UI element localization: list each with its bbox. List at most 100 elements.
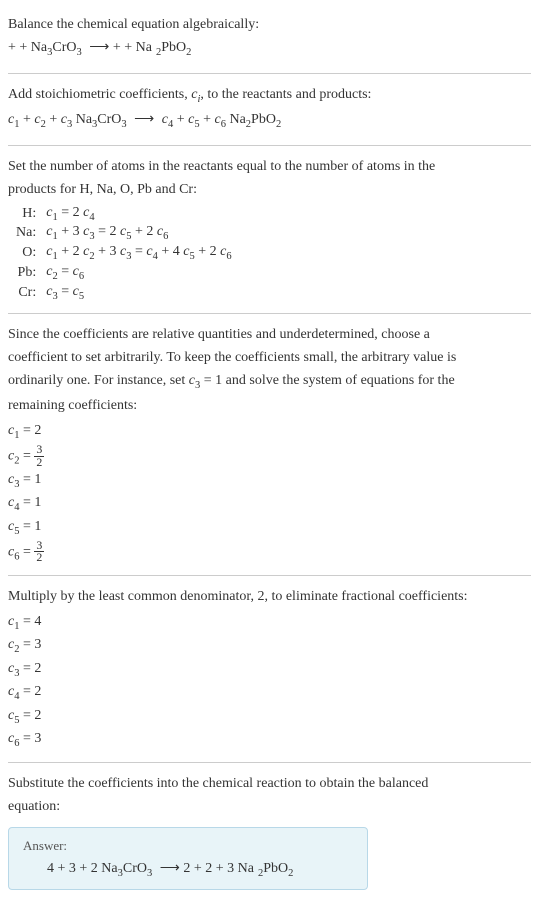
section-atom-balance: Set the number of atoms in the reactants… (8, 150, 531, 309)
text: Add stoichiometric coefficients, (8, 87, 191, 102)
balance-instruction-1: Set the number of atoms in the reactants… (8, 156, 531, 177)
val: = 3 (19, 637, 41, 652)
balance-equations-table: H: c1 = 2 c4 Na: c1 + 3 c3 = 2 c5 + 2 c6… (12, 204, 236, 303)
integer-coefficients: c1 = 4 c2 = 3 c3 = 2 c4 = 2 c5 = 2 c6 = … (8, 611, 531, 752)
solve-text-1: Since the coefficients are relative quan… (8, 324, 531, 345)
sub: 6 (79, 271, 84, 282)
text: PbO (251, 112, 276, 127)
text: = (131, 244, 146, 259)
val: = 1 (19, 495, 41, 510)
table-row: Cr: c3 = c5 (12, 283, 236, 303)
val: = 2 (19, 708, 41, 723)
val: = 1 (19, 519, 41, 534)
arrow: ⟶ (127, 112, 162, 127)
text: CrO (123, 861, 147, 876)
coeff-row: c6 = 32 (8, 540, 531, 565)
val: = 2 (19, 423, 41, 438)
coeff-row: c3 = 1 (8, 469, 531, 493)
text: + 4 (158, 244, 183, 259)
divider (8, 575, 531, 576)
text: = 2 (58, 205, 83, 220)
answer-equation: 4 + 3 + 2 Na3CrO3 ⟶ 2 + 2 + 3 Na2PbO2 (23, 860, 353, 879)
text: PbO (263, 861, 288, 876)
table-row: Na: c1 + 3 c3 = 2 c5 + 2 c6 (12, 223, 236, 243)
element-equation: c1 + 2 c2 + 3 c3 = c4 + 4 c5 + 2 c6 (42, 243, 235, 263)
problem-equation: + + Na3CrO3 ⟶ + + Na2PbO2 (8, 37, 531, 61)
answer-text-1: Substitute the coefficients into the che… (8, 773, 531, 794)
fraction: 32 (34, 444, 44, 469)
divider (8, 313, 531, 314)
text: + 2 (131, 224, 156, 239)
multiply-text: Multiply by the least common denominator… (8, 586, 531, 607)
divider (8, 145, 531, 146)
denominator: 2 (34, 457, 44, 469)
problem-title: Balance the chemical equation algebraica… (8, 14, 531, 35)
section-problem: Balance the chemical equation algebraica… (8, 8, 531, 69)
coeff-row: c5 = 2 (8, 705, 531, 729)
sub-2: 2 (186, 47, 191, 58)
text: + 3 (95, 244, 120, 259)
section-stoichiometric: Add stoichiometric coefficients, ci, to … (8, 78, 531, 141)
text: = (58, 264, 73, 279)
section-solve: Since the coefficients are relative quan… (8, 318, 531, 571)
table-row: Pb: c2 = c6 (12, 263, 236, 283)
text: 4 + 3 + 2 Na (47, 861, 118, 876)
element-equation: c3 = c5 (42, 283, 235, 303)
solve-text-2: coefficient to set arbitrarily. To keep … (8, 347, 531, 368)
sub-3: 3 (121, 119, 126, 130)
text: + (173, 112, 188, 127)
coeff-row: c1 = 2 (8, 420, 531, 444)
answer-text-2: equation: (8, 796, 531, 817)
text: ⟶ 2 + 2 + 3 Na (152, 861, 258, 876)
val: = 2 (19, 661, 41, 676)
coeff-row: c2 = 32 (8, 444, 531, 469)
denominator: 2 (34, 552, 44, 564)
text: , to the reactants and products: (200, 87, 371, 102)
element-label: Pb: (12, 263, 42, 283)
coeff-row: c3 = 2 (8, 658, 531, 682)
element-label: Na: (12, 223, 42, 243)
sub-3: 3 (77, 47, 82, 58)
sub-2: 2 (276, 119, 281, 130)
coeff-row: c6 = 3 (8, 728, 531, 752)
stoich-equation: c1 + c2 + c3 Na3CrO3 ⟶ c4 + c5 + c6 Na2P… (8, 109, 531, 133)
coeff-row: c4 = 2 (8, 681, 531, 705)
text: CrO (97, 112, 121, 127)
fractional-coefficients: c1 = 2 c2 = 32 c3 = 1 c4 = 1 c5 = 1 c6 =… (8, 420, 531, 565)
element-label: Cr: (12, 283, 42, 303)
val: = 3 (19, 731, 41, 746)
eq-text: ⟶ + + Na (82, 40, 156, 55)
val: = 1 (19, 472, 41, 487)
divider (8, 762, 531, 763)
text: = 1 and solve the system of equations fo… (200, 373, 454, 388)
sub: 6 (226, 251, 231, 262)
coeff-row: c2 = 3 (8, 634, 531, 658)
eq-text: + + Na (8, 40, 47, 55)
eq-text: PbO (161, 40, 186, 55)
eq-text: CrO (52, 40, 76, 55)
element-label: H: (12, 204, 42, 224)
coeff-row: c1 = 4 (8, 611, 531, 635)
sub-2: 2 (288, 868, 293, 879)
stoich-instruction: Add stoichiometric coefficients, ci, to … (8, 84, 531, 108)
val: = 4 (19, 614, 41, 629)
coeff-row: c4 = 1 (8, 492, 531, 516)
element-equation: c2 = c6 (42, 263, 235, 283)
coeff-row: c5 = 1 (8, 516, 531, 540)
section-multiply: Multiply by the least common denominator… (8, 580, 531, 758)
element-label: O: (12, 243, 42, 263)
text: + (19, 112, 34, 127)
element-equation: c1 + 3 c3 = 2 c5 + 2 c6 (42, 223, 235, 243)
section-answer: Substitute the coefficients into the che… (8, 767, 531, 896)
balance-instruction-2: products for H, Na, O, Pb and Cr: (8, 179, 531, 200)
answer-label: Answer: (23, 838, 353, 854)
text: ordinarily one. For instance, set (8, 373, 189, 388)
table-row: O: c1 + 2 c2 + 3 c3 = c4 + 4 c5 + 2 c6 (12, 243, 236, 263)
val: = 2 (19, 684, 41, 699)
text: + 3 (58, 224, 83, 239)
element-equation: c1 = 2 c4 (42, 204, 235, 224)
solve-text-3: ordinarily one. For instance, set c3 = 1… (8, 370, 531, 394)
text: + 2 (195, 244, 220, 259)
table-row: H: c1 = 2 c4 (12, 204, 236, 224)
fraction: 32 (34, 540, 44, 565)
